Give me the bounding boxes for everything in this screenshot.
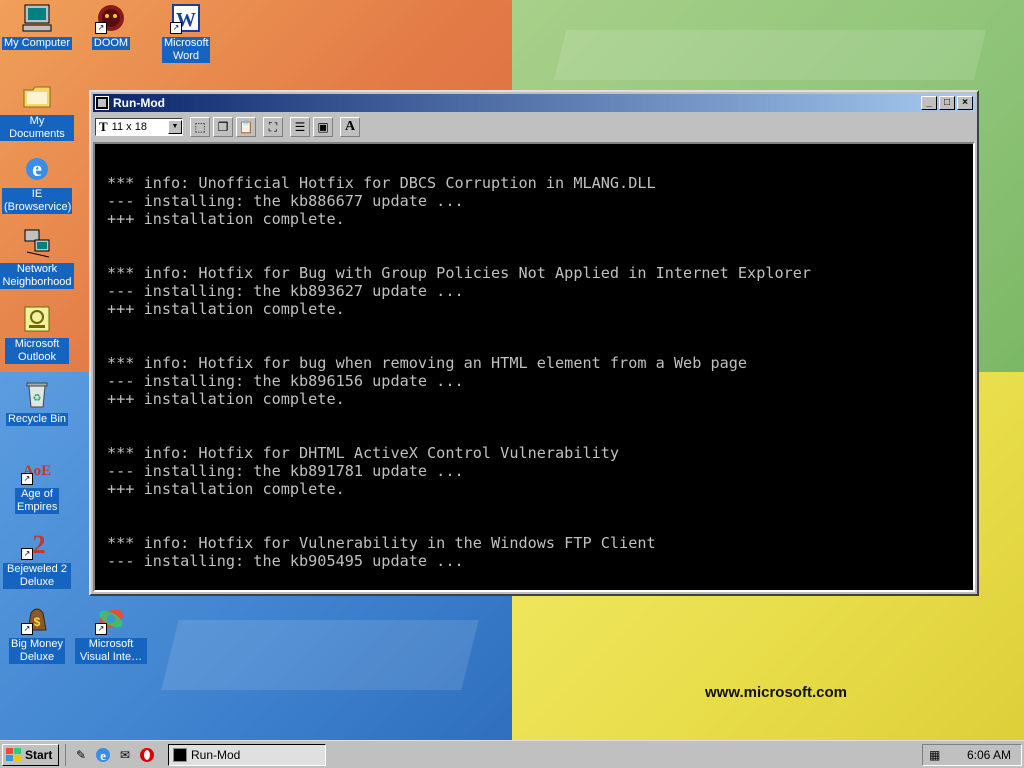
quick-launch: ✎ e ✉ — [65, 743, 160, 766]
paste-icon: 📋 — [238, 120, 254, 134]
window-title: Run-Mod — [113, 96, 165, 110]
console-line: --- installing: the kb891781 update ... — [107, 462, 464, 480]
visual-interdev-icon: ↗ — [95, 603, 127, 635]
big-money-icon: $ ↗ — [21, 603, 53, 635]
run-mod-window[interactable]: Run-Mod _ □ × T 11 x 18 ▼ ⬚ ❐ 📋 ⛶ ☰ ▣ A … — [89, 90, 979, 596]
desktop-icon-age-of-empires[interactable]: AoE ↗ Age of Empires — [0, 453, 74, 514]
taskbar-button-label: Run-Mod — [191, 747, 241, 762]
window-titlebar[interactable]: Run-Mod _ □ × — [93, 94, 975, 112]
ie-quicklaunch-icon[interactable]: e — [94, 746, 112, 764]
network-tray-icon[interactable]: ▦ — [929, 748, 940, 762]
desktop-icon-ie[interactable]: e IE (Browservice) — [0, 153, 74, 214]
fullscreen-icon: ⛶ — [268, 119, 278, 134]
taskbar-button-run-mod[interactable]: Run-Mod — [168, 743, 326, 766]
console-line: +++ installation complete. — [107, 480, 345, 498]
mark-button[interactable]: ⬚ — [190, 117, 210, 137]
console-line: *** info: Hotfix for Bug with Group Poli… — [107, 264, 812, 282]
svg-text:2: 2 — [33, 530, 46, 559]
console-line: *** info: Unofficial Hotfix for DBCS Cor… — [107, 174, 656, 192]
svg-text:$: $ — [34, 615, 41, 629]
font-size-value: 11 x 18 — [111, 121, 147, 133]
taskbar: Start ✎ e ✉ Run-Mod ▦ 6:06 AM — [0, 740, 1024, 768]
properties-icon: ☰ — [294, 120, 306, 134]
font-button[interactable]: A — [340, 117, 360, 137]
ms-dos-icon — [95, 96, 109, 110]
desktop-icon-bejeweled[interactable]: 2 ↗ Bejeweled 2 Deluxe — [0, 528, 74, 589]
recycle-bin-icon: ♻ — [21, 378, 53, 410]
network-icon — [21, 228, 53, 260]
console-line: *** info: Hotfix for Vulnerability in th… — [107, 534, 656, 552]
copy-icon: ❐ — [217, 120, 229, 134]
copy-button[interactable]: ❐ — [213, 117, 233, 137]
shortcut-arrow-icon: ↗ — [95, 22, 107, 34]
console-line: +++ installation complete. — [107, 390, 345, 408]
svg-text:e: e — [32, 156, 42, 181]
desktop-icon-doom[interactable]: ↗ DOOM — [74, 2, 148, 50]
close-button[interactable]: × — [957, 96, 973, 110]
desktop-icon-my-computer[interactable]: My Computer — [0, 2, 74, 50]
desktop-icon-outlook[interactable]: Microsoft Outlook — [0, 303, 74, 364]
opera-icon[interactable] — [138, 746, 156, 764]
minimize-button[interactable]: _ — [921, 96, 937, 110]
svg-text:e: e — [100, 748, 106, 763]
outlook-express-icon[interactable]: ✉ — [116, 746, 134, 764]
console-line: +++ installation complete. — [107, 300, 345, 318]
font-size-select[interactable]: T 11 x 18 ▼ — [95, 118, 183, 136]
ie-icon: e — [21, 153, 53, 185]
desktop-icon-recycle-bin[interactable]: ♻ Recycle Bin — [0, 378, 74, 426]
my-computer-icon — [21, 2, 53, 34]
console-line: --- installing: the kb905495 update ... — [107, 552, 464, 570]
age-of-empires-icon: AoE ↗ — [21, 453, 53, 485]
shortcut-arrow-icon: ↗ — [95, 623, 107, 635]
desktop-icon-big-money[interactable]: $ ↗ Big Money Deluxe — [0, 603, 74, 664]
show-desktop-icon[interactable]: ✎ — [72, 746, 90, 764]
window-toolbar: T 11 x 18 ▼ ⬚ ❐ 📋 ⛶ ☰ ▣ A — [93, 114, 975, 140]
console-line: *** info: Hotfix for bug when removing a… — [107, 354, 748, 372]
shortcut-arrow-icon: ↗ — [21, 623, 33, 635]
wallpaper-tile — [553, 30, 987, 80]
desktop-icon-visual-interdev[interactable]: ↗ Microsoft Visual Inte… — [74, 603, 148, 664]
console-output[interactable]: *** info: Unofficial Hotfix for DBCS Cor… — [93, 142, 975, 592]
windows-logo-icon — [6, 747, 22, 762]
console-line: *** info: Hotfix for DHTML ActiveX Contr… — [107, 444, 620, 462]
start-button[interactable]: Start — [2, 743, 59, 766]
bejeweled-icon: 2 ↗ — [21, 528, 53, 560]
doom-icon: ↗ — [95, 2, 127, 34]
console-line: +++ installation complete. — [107, 210, 345, 228]
desktop-icon-network-neighborhood[interactable]: Network Neighborhood — [0, 228, 74, 289]
desktop-icon-my-documents[interactable]: My Documents — [0, 80, 74, 141]
truetype-font-icon: T — [99, 119, 108, 134]
clock[interactable]: 6:06 AM — [967, 748, 1011, 762]
outlook-icon — [21, 303, 53, 335]
word-icon: W ↗ — [170, 2, 202, 34]
wallpaper-url-text: www.microsoft.com — [705, 684, 847, 701]
background-icon: ▣ — [317, 120, 329, 134]
chevron-down-icon[interactable]: ▼ — [168, 120, 182, 134]
background-button[interactable]: ▣ — [313, 117, 333, 137]
folder-icon — [21, 80, 53, 112]
svg-text:♻: ♻ — [33, 393, 42, 404]
font-icon: A — [344, 119, 356, 134]
properties-button[interactable]: ☰ — [290, 117, 310, 137]
ms-dos-icon — [173, 747, 187, 762]
shortcut-arrow-icon: ↗ — [21, 548, 33, 560]
start-label: Start — [25, 747, 53, 762]
console-line: --- installing: the kb896156 update ... — [107, 372, 464, 390]
maximize-button[interactable]: □ — [939, 96, 955, 110]
shortcut-arrow-icon: ↗ — [21, 473, 33, 485]
shortcut-arrow-icon: ↗ — [170, 22, 182, 34]
system-tray: ▦ 6:06 AM — [922, 744, 1022, 766]
console-line: --- installing: the kb893627 update ... — [107, 282, 464, 300]
desktop-icon-word[interactable]: W ↗ Microsoft Word — [149, 2, 223, 63]
console-line: --- installing: the kb886677 update ... — [107, 192, 464, 210]
wallpaper-tile — [161, 620, 479, 690]
fullscreen-button[interactable]: ⛶ — [263, 117, 283, 137]
mark-icon: ⬚ — [194, 120, 206, 134]
paste-button[interactable]: 📋 — [236, 117, 256, 137]
